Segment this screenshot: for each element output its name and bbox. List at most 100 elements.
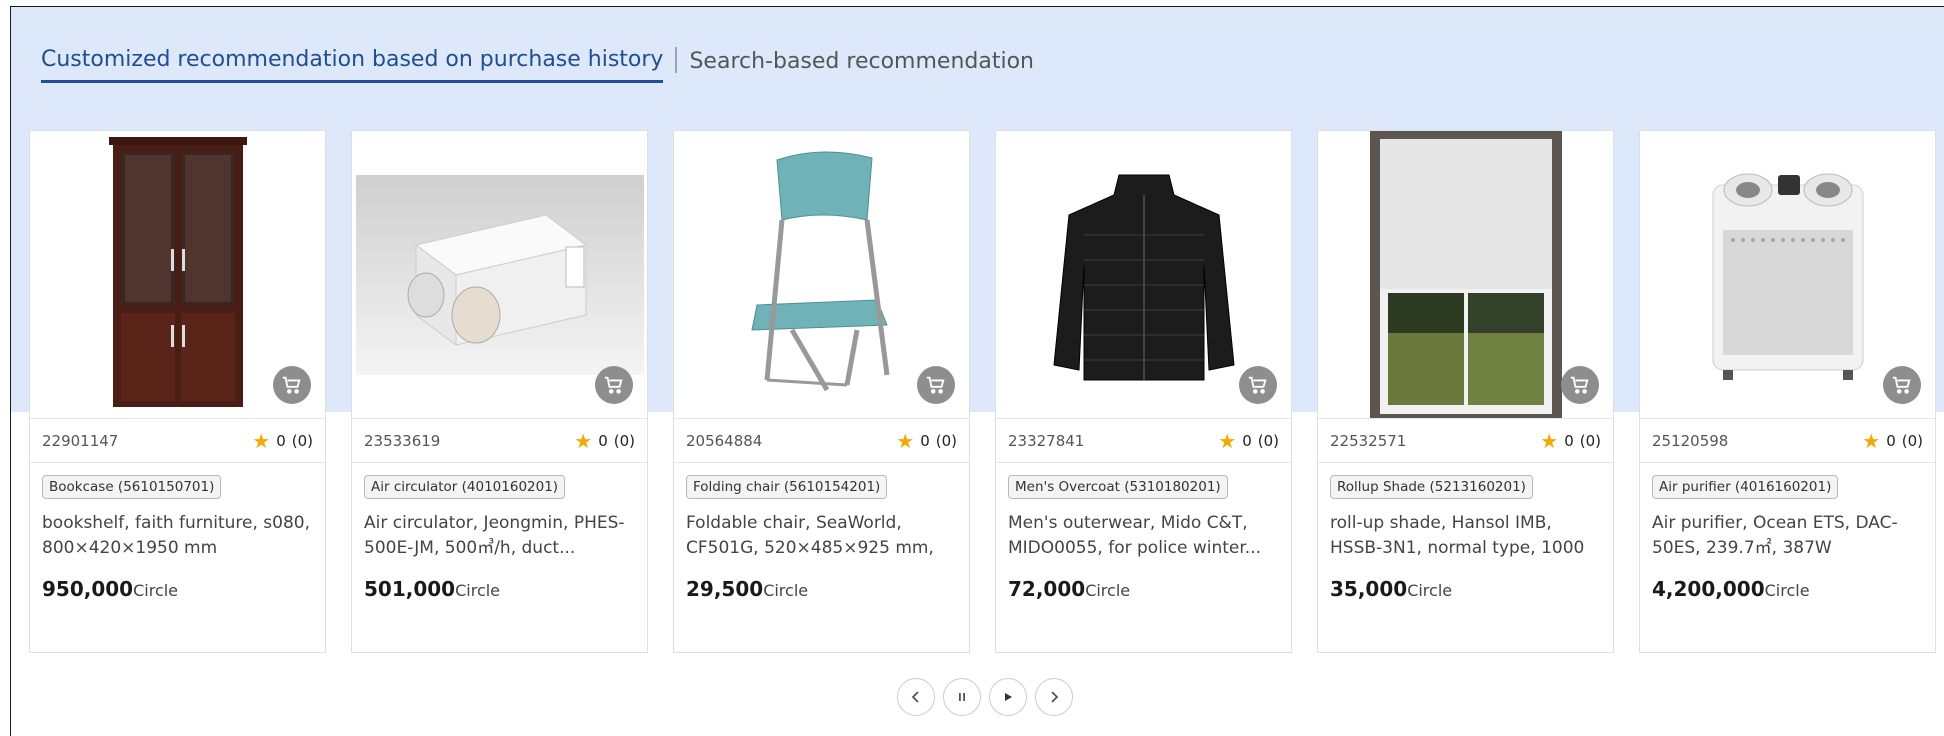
pause-icon — [959, 693, 965, 701]
cart-icon — [926, 376, 945, 394]
review-count: (0) — [1579, 431, 1601, 450]
product-card[interactable]: 20564884 ★ 0 (0) Folding chair (56101542… — [673, 130, 970, 653]
star-icon: ★ — [896, 428, 915, 453]
product-price: 4,200,000Circle — [1652, 577, 1923, 601]
star-icon: ★ — [574, 428, 593, 453]
price-unit: Circle — [133, 581, 179, 600]
bookcase-image — [108, 137, 247, 407]
price-value: 72,000 — [1008, 577, 1086, 601]
category-tag: Air purifier (4016160201) — [1652, 475, 1839, 499]
price-unit: Circle — [455, 581, 501, 600]
product-description[interactable]: Air circulator, Jeongmin, PHES-500E-JM, … — [364, 511, 635, 561]
product-description[interactable]: Air purifier, Ocean ETS, DAC-50ES, 239.7… — [1652, 511, 1923, 561]
product-card[interactable]: 25120598 ★ 0 (0) Air purifier (401616020… — [1639, 130, 1936, 653]
product-code: 23533619 — [364, 431, 441, 450]
prev-button[interactable] — [897, 678, 935, 716]
price-value: 35,000 — [1330, 577, 1408, 601]
product-image[interactable] — [30, 131, 325, 419]
product-image[interactable] — [1318, 131, 1613, 419]
product-description[interactable]: roll-up shade, Hansol IMB, HSSB-3N1, nor… — [1330, 511, 1601, 561]
recommendation-widget: Customized recommendation based on purch… — [10, 6, 1944, 736]
rating: ★ 0 (0) — [1540, 431, 1601, 451]
air-purifier-image — [1712, 173, 1863, 380]
tab-bar: Customized recommendation based on purch… — [41, 47, 1034, 83]
review-count: (0) — [613, 431, 635, 450]
add-to-cart-button[interactable] — [1561, 366, 1599, 404]
product-meta: 23533619 ★ 0 (0) — [352, 419, 647, 463]
product-code: 20564884 — [686, 431, 763, 450]
rating-value: 0 — [1242, 431, 1252, 450]
rating: ★ 0 (0) — [1862, 431, 1923, 451]
add-to-cart-button[interactable] — [595, 366, 633, 404]
star-icon: ★ — [1218, 428, 1237, 453]
product-description[interactable]: bookshelf, faith furniture, s080, 800×42… — [42, 511, 313, 561]
category-tag: Folding chair (5610154201) — [686, 475, 888, 499]
star-icon: ★ — [1862, 428, 1881, 453]
product-description[interactable]: Foldable chair, SeaWorld, CF501G, 520×48… — [686, 511, 957, 561]
add-to-cart-button[interactable] — [1239, 366, 1277, 404]
cart-icon — [604, 376, 623, 394]
price-value: 4,200,000 — [1652, 577, 1765, 601]
product-price: 72,000Circle — [1008, 577, 1279, 601]
add-to-cart-button[interactable] — [273, 366, 311, 404]
rating: ★ 0 (0) — [896, 431, 957, 451]
rating: ★ 0 (0) — [1218, 431, 1279, 451]
category-tag: Rollup Shade (5213160201) — [1330, 475, 1533, 499]
product-card[interactable]: 22532571 ★ 0 (0) Rollup Shade (521316020… — [1317, 130, 1614, 653]
tab-purchase-history[interactable]: Customized recommendation based on purch… — [41, 47, 664, 83]
next-button[interactable] — [1035, 678, 1073, 716]
price-unit: Circle — [1407, 581, 1453, 600]
product-code: 22901147 — [42, 431, 119, 450]
air-circulator-image — [355, 174, 644, 375]
play-button[interactable] — [989, 678, 1027, 716]
rating-value: 0 — [1886, 431, 1896, 450]
category-tag: Men's Overcoat (5310180201) — [1008, 475, 1228, 499]
rollup-shade-image — [1369, 131, 1562, 418]
product-meta: 22532571 ★ 0 (0) — [1318, 419, 1613, 463]
product-code: 22532571 — [1330, 431, 1407, 450]
rating: ★ 0 (0) — [574, 431, 635, 451]
category-tag: Air circulator (4010160201) — [364, 475, 566, 499]
product-description[interactable]: Men's outerwear, Mido C&T, MIDO0055, for… — [1008, 511, 1279, 561]
product-card[interactable]: 22901147 ★ 0 (0) Bookcase (5610150701) b… — [29, 130, 326, 653]
price-value: 29,500 — [686, 577, 764, 601]
tab-divider — [675, 47, 678, 73]
product-card[interactable]: 23327841 ★ 0 (0) Men's Overcoat (5310180… — [995, 130, 1292, 653]
chevron-right-icon — [1051, 691, 1059, 703]
star-icon: ★ — [1540, 428, 1559, 453]
category-tag: Bookcase (5610150701) — [42, 475, 222, 499]
review-count: (0) — [935, 431, 957, 450]
price-unit: Circle — [763, 581, 809, 600]
product-image[interactable] — [674, 131, 969, 419]
product-image[interactable] — [1640, 131, 1935, 419]
product-meta: 25120598 ★ 0 (0) — [1640, 419, 1935, 463]
product-image[interactable] — [352, 131, 647, 419]
carousel-controls — [897, 678, 1073, 716]
rating-value: 0 — [1564, 431, 1574, 450]
review-count: (0) — [1257, 431, 1279, 450]
product-image[interactable] — [996, 131, 1291, 419]
cart-icon — [1570, 376, 1589, 394]
product-meta: 20564884 ★ 0 (0) — [674, 419, 969, 463]
price-unit: Circle — [1764, 581, 1810, 600]
product-price: 501,000Circle — [364, 577, 635, 601]
price-unit: Circle — [1085, 581, 1131, 600]
rating-value: 0 — [598, 431, 608, 450]
cart-icon — [1892, 376, 1911, 394]
chevron-left-icon — [911, 691, 919, 703]
add-to-cart-button[interactable] — [1883, 366, 1921, 404]
product-card[interactable]: 23533619 ★ 0 (0) Air circulator (4010160… — [351, 130, 648, 653]
product-code: 23327841 — [1008, 431, 1085, 450]
rating-value: 0 — [276, 431, 286, 450]
product-price: 35,000Circle — [1330, 577, 1601, 601]
overcoat-image — [1052, 174, 1235, 380]
add-to-cart-button[interactable] — [917, 366, 955, 404]
tab-search-based[interactable]: Search-based recommendation — [689, 49, 1034, 82]
review-count: (0) — [1901, 431, 1923, 450]
rating-value: 0 — [920, 431, 930, 450]
star-icon: ★ — [252, 428, 271, 453]
pause-button[interactable] — [943, 678, 981, 716]
product-meta: 22901147 ★ 0 (0) — [30, 419, 325, 463]
product-meta: 23327841 ★ 0 (0) — [996, 419, 1291, 463]
product-code: 25120598 — [1652, 431, 1729, 450]
